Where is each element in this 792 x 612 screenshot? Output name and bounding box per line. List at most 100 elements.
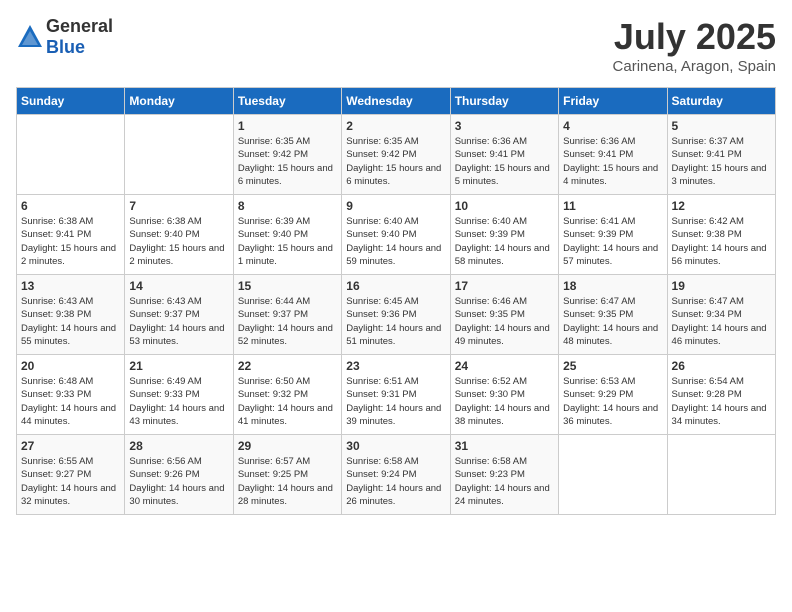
day-info: Sunrise: 6:49 AM Sunset: 9:33 PM Dayligh…	[129, 375, 228, 428]
calendar-cell: 15 Sunrise: 6:44 AM Sunset: 9:37 PM Dayli…	[233, 275, 341, 355]
day-info: Sunrise: 6:55 AM Sunset: 9:27 PM Dayligh…	[21, 455, 120, 508]
location-title: Carinena, Aragon, Spain	[613, 58, 776, 75]
weekday-header-cell: Friday	[559, 88, 667, 115]
calendar-cell: 10Sunrise: 6:40 AM Sunset: 9:39 PM Dayli…	[450, 195, 558, 275]
calendar-cell	[559, 435, 667, 515]
day-info: Sunrise: 6:58 AM Sunset: 9:24 PM Dayligh…	[346, 455, 445, 508]
calendar-cell: 9Sunrise: 6:40 AM Sunset: 9:40 PM Daylig…	[342, 195, 450, 275]
calendar-cell: 4 Sunrise: 6:36 AM Sunset: 9:41 PM Daylig…	[559, 115, 667, 195]
day-info: Sunrise: 6:43 AM Sunset: 9:37 PM Dayligh…	[129, 295, 228, 348]
day-info: Sunrise: 6:40 AM Sunset: 9:39 PM Dayligh…	[455, 215, 554, 268]
day-info: Sunrise: 6:35 AM Sunset: 9:42 PM Dayligh…	[346, 135, 445, 188]
day-number: 13	[21, 279, 120, 293]
calendar-week-row: 20 Sunrise: 6:48 AM Sunset: 9:33 PM Dayli…	[17, 355, 776, 435]
day-info: Sunrise: 6:51 AM Sunset: 9:31 PM Dayligh…	[346, 375, 445, 428]
calendar-cell: 18 Sunrise: 6:47 AM Sunset: 9:35 PM Dayli…	[559, 275, 667, 355]
day-info: Sunrise: 6:52 AM Sunset: 9:30 PM Dayligh…	[455, 375, 554, 428]
day-info: Sunrise: 6:56 AM Sunset: 9:26 PM Dayligh…	[129, 455, 228, 508]
calendar-cell: 30 Sunrise: 6:58 AM Sunset: 9:24 PM Dayli…	[342, 435, 450, 515]
calendar-week-row: 13 Sunrise: 6:43 AM Sunset: 9:38 PM Dayli…	[17, 275, 776, 355]
day-info: Sunrise: 6:36 AM Sunset: 9:41 PM Dayligh…	[563, 135, 662, 188]
calendar-cell: 13 Sunrise: 6:43 AM Sunset: 9:38 PM Dayli…	[17, 275, 125, 355]
calendar-cell: 19 Sunrise: 6:47 AM Sunset: 9:34 PM Dayli…	[667, 275, 775, 355]
day-info: Sunrise: 6:47 AM Sunset: 9:35 PM Dayligh…	[563, 295, 662, 348]
day-number: 29	[238, 439, 337, 453]
weekday-header-cell: Monday	[125, 88, 233, 115]
calendar-cell: 3Sunrise: 6:36 AM Sunset: 9:41 PM Daylig…	[450, 115, 558, 195]
day-info: Sunrise: 6:58 AM Sunset: 9:23 PM Dayligh…	[455, 455, 554, 508]
day-info: Sunrise: 6:54 AM Sunset: 9:28 PM Dayligh…	[672, 375, 771, 428]
day-info: Sunrise: 6:46 AM Sunset: 9:35 PM Dayligh…	[455, 295, 554, 348]
calendar-cell	[125, 115, 233, 195]
weekday-header-cell: Saturday	[667, 88, 775, 115]
weekday-header-cell: Sunday	[17, 88, 125, 115]
day-info: Sunrise: 6:44 AM Sunset: 9:37 PM Dayligh…	[238, 295, 337, 348]
logo: General Blue	[16, 16, 113, 58]
day-number: 14	[129, 279, 228, 293]
weekday-header-cell: Thursday	[450, 88, 558, 115]
day-number: 22	[238, 359, 337, 373]
day-number: 21	[129, 359, 228, 373]
calendar-cell: 31Sunrise: 6:58 AM Sunset: 9:23 PM Dayli…	[450, 435, 558, 515]
weekday-header-row: SundayMondayTuesdayWednesdayThursdayFrid…	[17, 88, 776, 115]
calendar-cell: 16 Sunrise: 6:45 AM Sunset: 9:36 PM Dayli…	[342, 275, 450, 355]
day-info: Sunrise: 6:48 AM Sunset: 9:33 PM Dayligh…	[21, 375, 120, 428]
calendar-cell: 27Sunrise: 6:55 AM Sunset: 9:27 PM Dayli…	[17, 435, 125, 515]
calendar-cell: 12Sunrise: 6:42 AM Sunset: 9:38 PM Dayli…	[667, 195, 775, 275]
calendar-cell: 2 Sunrise: 6:35 AM Sunset: 9:42 PM Daylig…	[342, 115, 450, 195]
day-number: 24	[455, 359, 554, 373]
calendar-cell: 14 Sunrise: 6:43 AM Sunset: 9:37 PM Dayli…	[125, 275, 233, 355]
title-block: July 2025 Carinena, Aragon, Spain	[613, 16, 776, 75]
calendar-cell: 21 Sunrise: 6:49 AM Sunset: 9:33 PM Dayli…	[125, 355, 233, 435]
day-info: Sunrise: 6:38 AM Sunset: 9:40 PM Dayligh…	[129, 215, 228, 268]
day-info: Sunrise: 6:47 AM Sunset: 9:34 PM Dayligh…	[672, 295, 771, 348]
logo-blue-text: Blue	[46, 37, 85, 57]
day-number: 16	[346, 279, 445, 293]
weekday-header-cell: Wednesday	[342, 88, 450, 115]
calendar-cell: 24 Sunrise: 6:52 AM Sunset: 9:30 PM Dayli…	[450, 355, 558, 435]
calendar-cell: 7 Sunrise: 6:38 AM Sunset: 9:40 PM Daylig…	[125, 195, 233, 275]
day-number: 28	[129, 439, 228, 453]
day-number: 23	[346, 359, 445, 373]
calendar-cell: 6Sunrise: 6:38 AM Sunset: 9:41 PM Daylig…	[17, 195, 125, 275]
day-number: 30	[346, 439, 445, 453]
day-info: Sunrise: 6:50 AM Sunset: 9:32 PM Dayligh…	[238, 375, 337, 428]
day-number: 5	[672, 119, 771, 133]
day-number: 18	[563, 279, 662, 293]
calendar-cell	[667, 435, 775, 515]
day-info: Sunrise: 6:39 AM Sunset: 9:40 PM Dayligh…	[238, 215, 337, 268]
calendar-cell: 20 Sunrise: 6:48 AM Sunset: 9:33 PM Dayli…	[17, 355, 125, 435]
day-info: Sunrise: 6:35 AM Sunset: 9:42 PM Dayligh…	[238, 135, 337, 188]
page-header: General Blue July 2025 Carinena, Aragon,…	[16, 16, 776, 75]
day-number: 20	[21, 359, 120, 373]
calendar-cell: 25Sunrise: 6:53 AM Sunset: 9:29 PM Dayli…	[559, 355, 667, 435]
logo-general-text: General	[46, 16, 113, 36]
day-number: 3	[455, 119, 554, 133]
calendar-table: SundayMondayTuesdayWednesdayThursdayFrid…	[16, 87, 776, 515]
calendar-cell: 11Sunrise: 6:41 AM Sunset: 9:39 PM Dayli…	[559, 195, 667, 275]
day-number: 2	[346, 119, 445, 133]
calendar-cell: 23 Sunrise: 6:51 AM Sunset: 9:31 PM Dayli…	[342, 355, 450, 435]
day-number: 12	[672, 199, 771, 213]
day-number: 15	[238, 279, 337, 293]
day-number: 9	[346, 199, 445, 213]
day-number: 19	[672, 279, 771, 293]
calendar-week-row: 27Sunrise: 6:55 AM Sunset: 9:27 PM Dayli…	[17, 435, 776, 515]
day-number: 4	[563, 119, 662, 133]
weekday-header-cell: Tuesday	[233, 88, 341, 115]
day-info: Sunrise: 6:37 AM Sunset: 9:41 PM Dayligh…	[672, 135, 771, 188]
day-number: 6	[21, 199, 120, 213]
day-number: 11	[563, 199, 662, 213]
calendar-week-row: 1 Sunrise: 6:35 AM Sunset: 9:42 PM Daylig…	[17, 115, 776, 195]
day-info: Sunrise: 6:45 AM Sunset: 9:36 PM Dayligh…	[346, 295, 445, 348]
calendar-body: 1 Sunrise: 6:35 AM Sunset: 9:42 PM Daylig…	[17, 115, 776, 515]
calendar-cell	[17, 115, 125, 195]
calendar-cell: 8Sunrise: 6:39 AM Sunset: 9:40 PM Daylig…	[233, 195, 341, 275]
day-info: Sunrise: 6:57 AM Sunset: 9:25 PM Dayligh…	[238, 455, 337, 508]
day-number: 1	[238, 119, 337, 133]
day-number: 26	[672, 359, 771, 373]
month-title: July 2025	[613, 16, 776, 58]
day-info: Sunrise: 6:43 AM Sunset: 9:38 PM Dayligh…	[21, 295, 120, 348]
day-number: 7	[129, 199, 228, 213]
calendar-cell: 28 Sunrise: 6:56 AM Sunset: 9:26 PM Dayli…	[125, 435, 233, 515]
